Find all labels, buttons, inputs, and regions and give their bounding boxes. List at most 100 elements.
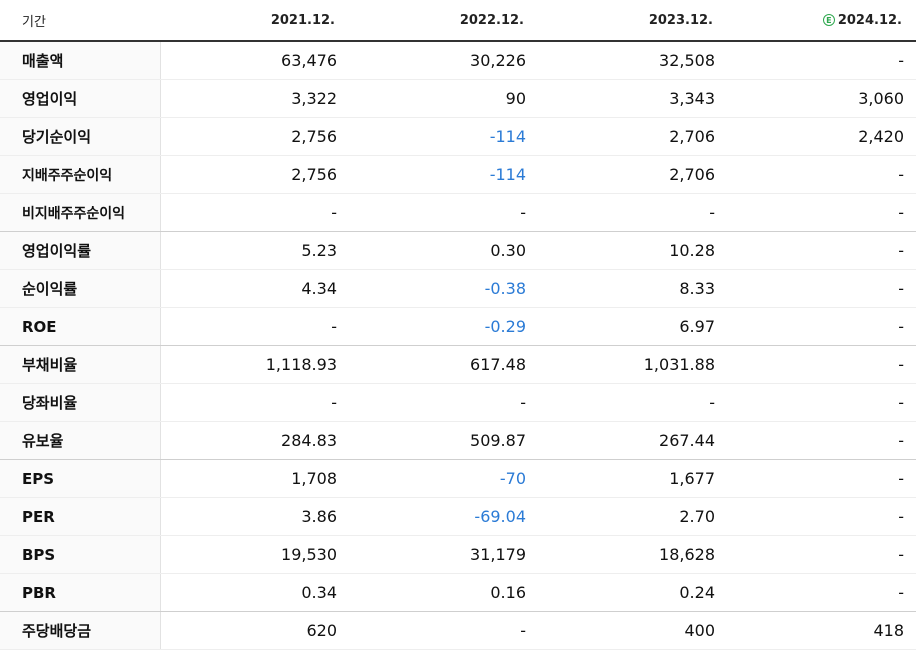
table-cell: - (727, 535, 916, 574)
table-row: 지배주주순이익 2,756 -114 2,706- (0, 155, 916, 194)
table-cell: 267.44 (538, 421, 727, 460)
table-cell: 19,530 (160, 535, 349, 574)
table-row: PER 3.86 -69.04 2.70- (0, 497, 916, 536)
financial-table: 기간 2021.12. 2022.12. 2023.12. E 2024.12. … (0, 0, 916, 650)
year-header-estimate: E 2024.12. (727, 0, 916, 42)
table-cell: - (727, 421, 916, 460)
table-cell: - (727, 193, 916, 232)
table-cell: - (160, 193, 349, 232)
table-cell: - (727, 155, 916, 194)
table-cell: - (727, 497, 916, 536)
row-label: 유보율 (0, 421, 161, 460)
table-cell: 8.33 (538, 269, 727, 308)
table-cell: 400 (538, 611, 727, 650)
table-row: ROE - -0.29 6.97- (0, 307, 916, 346)
table-cell: 2.70 (538, 497, 727, 536)
table-cell: 3,343 (538, 79, 727, 118)
year-header-label: 2024.12. (837, 12, 902, 28)
table-row: EPS 1,708 -70 1,677- (0, 459, 916, 498)
table-cell: 6.97 (538, 307, 727, 346)
table-cell: 418 (727, 611, 916, 650)
table-row: 영업이익률 5.23 0.30 10.28- (0, 231, 916, 270)
row-label: EPS (0, 459, 161, 498)
table-cell: 0.24 (538, 573, 727, 612)
row-label: PER (0, 497, 161, 536)
table-cell: 4.34 (160, 269, 349, 308)
table-cell: 2,756 (160, 155, 349, 194)
table-row: 당기순이익 2,756 -114 2,706 2,420 (0, 117, 916, 156)
table-cell: 617.48 (349, 345, 538, 384)
table-cell: -0.38 (349, 269, 538, 308)
row-label: 순이익률 (0, 269, 161, 308)
table-cell: - (727, 573, 916, 612)
table-row: PBR 0.34 0.16 0.24- (0, 573, 916, 612)
table-cell: 90 (349, 79, 538, 118)
table-body: 매출액 63,476 30,226 32,508- 영업이익 3,322 90 3,343 3,… (0, 41, 916, 650)
table-row: 순이익률 4.34 -0.38 8.33- (0, 269, 916, 308)
table-cell: - (727, 345, 916, 384)
table-cell: 2,706 (538, 155, 727, 194)
table-cell: 284.83 (160, 421, 349, 460)
table-cell: 10.28 (538, 231, 727, 270)
table-cell: - (538, 383, 727, 422)
table-cell: -114 (349, 117, 538, 156)
table-cell: - (349, 383, 538, 422)
table-cell: - (160, 383, 349, 422)
row-label: 비지배주주순이익 (0, 193, 161, 232)
table-cell: - (727, 231, 916, 270)
table-cell: - (349, 193, 538, 232)
row-label: 부채비율 (0, 345, 161, 384)
row-label: BPS (0, 535, 161, 574)
table-cell: -69.04 (349, 497, 538, 536)
table-cell: 1,031.88 (538, 345, 727, 384)
row-label: 주당배당금 (0, 611, 161, 650)
year-header: 2023.12. (538, 0, 727, 42)
table-cell: 30,226 (349, 41, 538, 80)
table-cell: 0.30 (349, 231, 538, 270)
table-cell: -70 (349, 459, 538, 498)
table-row: 주당배당금 620-400 418 (0, 611, 916, 650)
row-label: 영업이익률 (0, 231, 161, 270)
table-cell: 1,708 (160, 459, 349, 498)
table-cell: -0.29 (349, 307, 538, 346)
period-label: 기간 (0, 0, 160, 42)
table-row: 영업이익 3,322 90 3,343 3,060 (0, 79, 916, 118)
row-label: 매출액 (0, 41, 161, 80)
table-cell: 3,322 (160, 79, 349, 118)
table-cell: - (160, 307, 349, 346)
row-label: 영업이익 (0, 79, 161, 118)
year-header: 2021.12. (160, 0, 349, 42)
table-row: 당좌비율 - - - - (0, 383, 916, 422)
table-cell: 18,628 (538, 535, 727, 574)
table-cell: - (538, 193, 727, 232)
table-cell: - (727, 459, 916, 498)
year-header: 2022.12. (349, 0, 538, 42)
row-label: 지배주주순이익 (0, 155, 161, 194)
table-cell: 3,060 (727, 79, 916, 118)
table-cell: 63,476 (160, 41, 349, 80)
table-cell: - (727, 269, 916, 308)
row-label: 당기순이익 (0, 117, 161, 156)
header-row: 기간 2021.12. 2022.12. 2023.12. E 2024.12. (0, 0, 916, 42)
table-cell: 31,179 (349, 535, 538, 574)
table-cell: 1,677 (538, 459, 727, 498)
table-row: 매출액 63,476 30,226 32,508- (0, 41, 916, 80)
row-label: ROE (0, 307, 161, 346)
table-cell: 2,420 (727, 117, 916, 156)
table-cell: -114 (349, 155, 538, 194)
table-cell: 2,756 (160, 117, 349, 156)
table-cell: 0.16 (349, 573, 538, 612)
table-cell: 32,508 (538, 41, 727, 80)
table-cell: 509.87 (349, 421, 538, 460)
table-cell: 0.34 (160, 573, 349, 612)
table-cell: - (349, 611, 538, 650)
table-cell: - (727, 383, 916, 422)
table-cell: 1,118.93 (160, 345, 349, 384)
table-cell: - (727, 307, 916, 346)
table-cell: - (727, 41, 916, 80)
table-cell: 5.23 (160, 231, 349, 270)
row-label: 당좌비율 (0, 383, 161, 422)
row-label: PBR (0, 573, 161, 612)
table-cell: 2,706 (538, 117, 727, 156)
table-cell: 620 (160, 611, 349, 650)
